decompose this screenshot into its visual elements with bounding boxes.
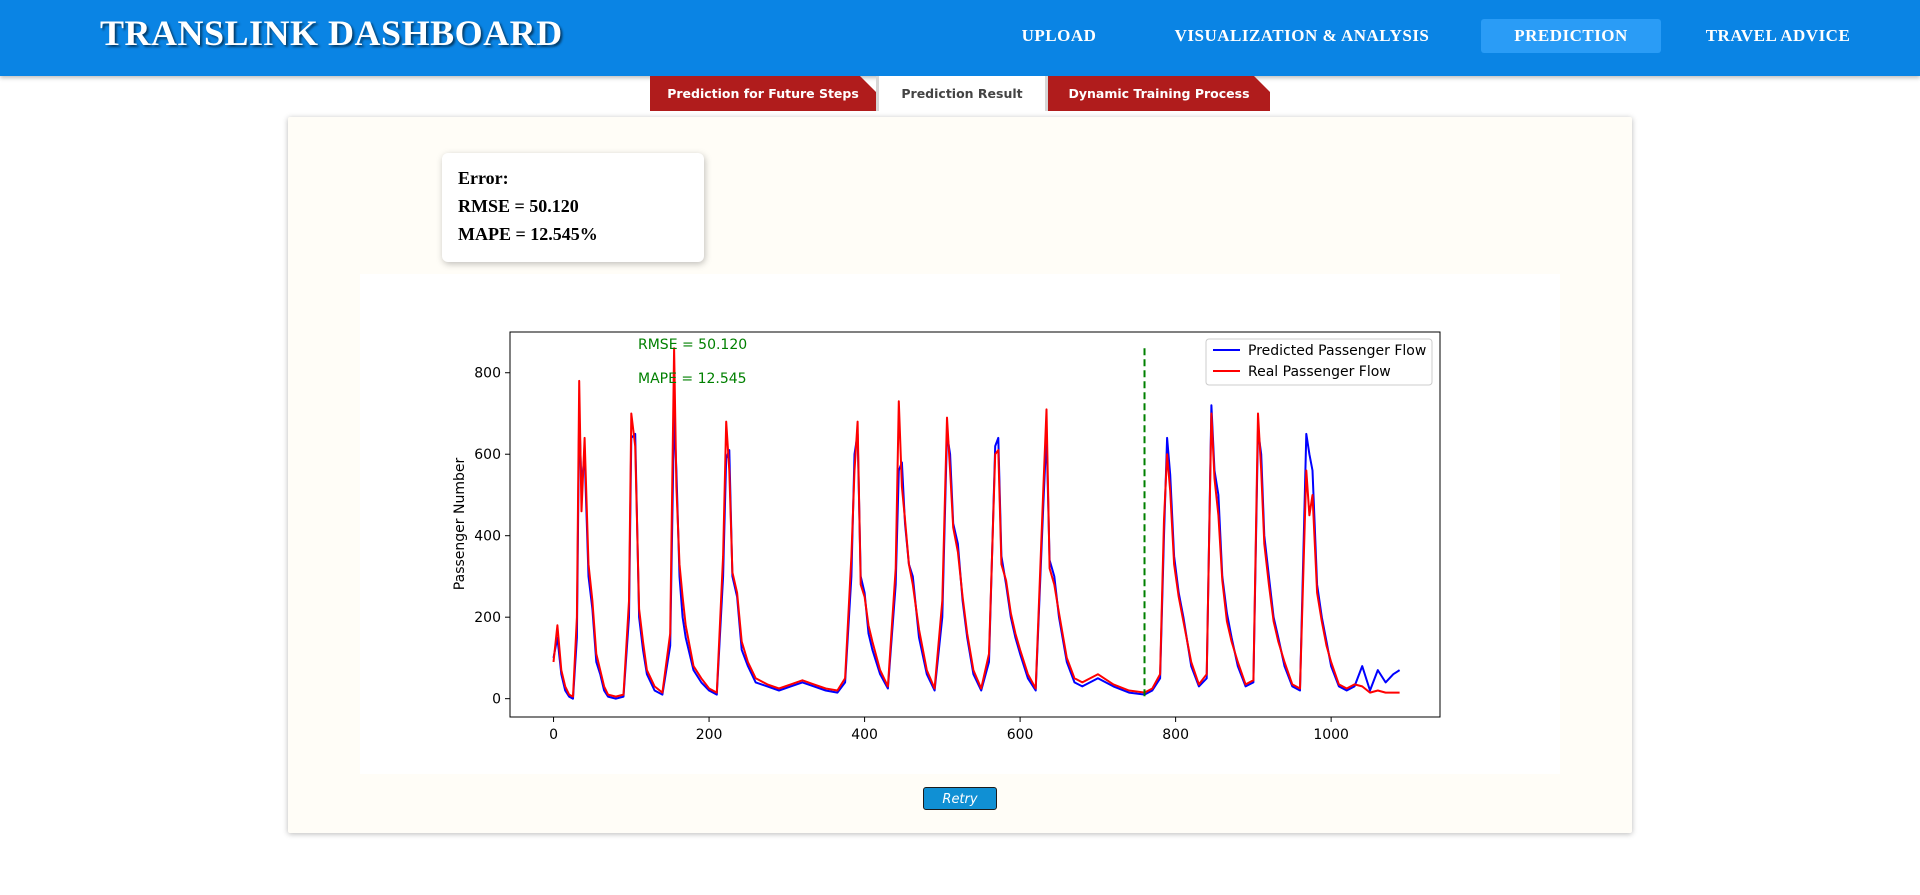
mape-value: MAPE = 12.545% (458, 224, 598, 244)
legend-label-real: Real Passenger Flow (1248, 364, 1391, 380)
prediction-chart: 0 200 400 600 800 0 200 400 600 800 1000 RMSE = 5… (452, 331, 1441, 743)
nav-upload[interactable]: UPLOAD (1009, 19, 1109, 53)
chart-legend: Predicted Passenger Flow Real Passenger … (1205, 338, 1433, 386)
tab-prediction-future-steps[interactable]: Prediction for Future Steps (650, 76, 876, 111)
y-axis-label: Passenger Number (452, 458, 468, 591)
tab-dynamic-training-process[interactable]: Dynamic Training Process (1048, 76, 1270, 111)
y-tick-label: 800 (474, 366, 501, 382)
tab-prediction-result[interactable]: Prediction Result (876, 76, 1048, 111)
tab-bar: Prediction for Future Steps Prediction R… (0, 76, 1920, 112)
x-tick-label: 600 (1007, 727, 1034, 743)
top-navbar: TRANSLINK DASHBOARD UPLOAD VISUALIZATION… (0, 0, 1920, 76)
series-line-real (552, 347, 1400, 698)
series-lines (552, 347, 1401, 700)
nav-prediction[interactable]: PREDICTION (1481, 19, 1661, 53)
retry-button[interactable]: Retry (923, 787, 997, 810)
y-tick-label: 0 (492, 692, 501, 708)
chart-area: 0 200 400 600 800 0 200 400 600 800 1000 RMSE = 5… (360, 274, 1560, 774)
chart-annotation-mape: MAPE = 12.545 (638, 371, 747, 387)
y-tick-label: 200 (474, 610, 501, 626)
x-tick-label: 800 (1162, 727, 1189, 743)
y-tick-label: 600 (474, 447, 501, 463)
y-axis-ticks: 0 200 400 600 800 (474, 366, 510, 708)
chart-annotation-rmse: RMSE = 50.120 (638, 337, 747, 353)
x-tick-label: 0 (549, 727, 558, 743)
x-tick-label: 1000 (1313, 727, 1349, 743)
error-card: Error: RMSE = 50.120 MAPE = 12.545% (442, 153, 704, 262)
x-tick-label: 200 (696, 727, 723, 743)
series-line-predicted (552, 404, 1401, 700)
legend-label-predicted: Predicted Passenger Flow (1248, 343, 1426, 359)
rmse-value: RMSE = 50.120 (458, 196, 579, 216)
nav-visualization-analysis[interactable]: VISUALIZATION & ANALYSIS (1160, 19, 1444, 53)
y-tick-label: 400 (474, 529, 501, 545)
error-title: Error: (458, 168, 509, 188)
nav-travel-advice[interactable]: TRAVEL ADVICE (1693, 19, 1863, 53)
brand-title: TRANSLINK DASHBOARD (100, 13, 563, 53)
x-axis-ticks: 0 200 400 600 800 1000 (549, 717, 1349, 743)
x-tick-label: 400 (851, 727, 878, 743)
